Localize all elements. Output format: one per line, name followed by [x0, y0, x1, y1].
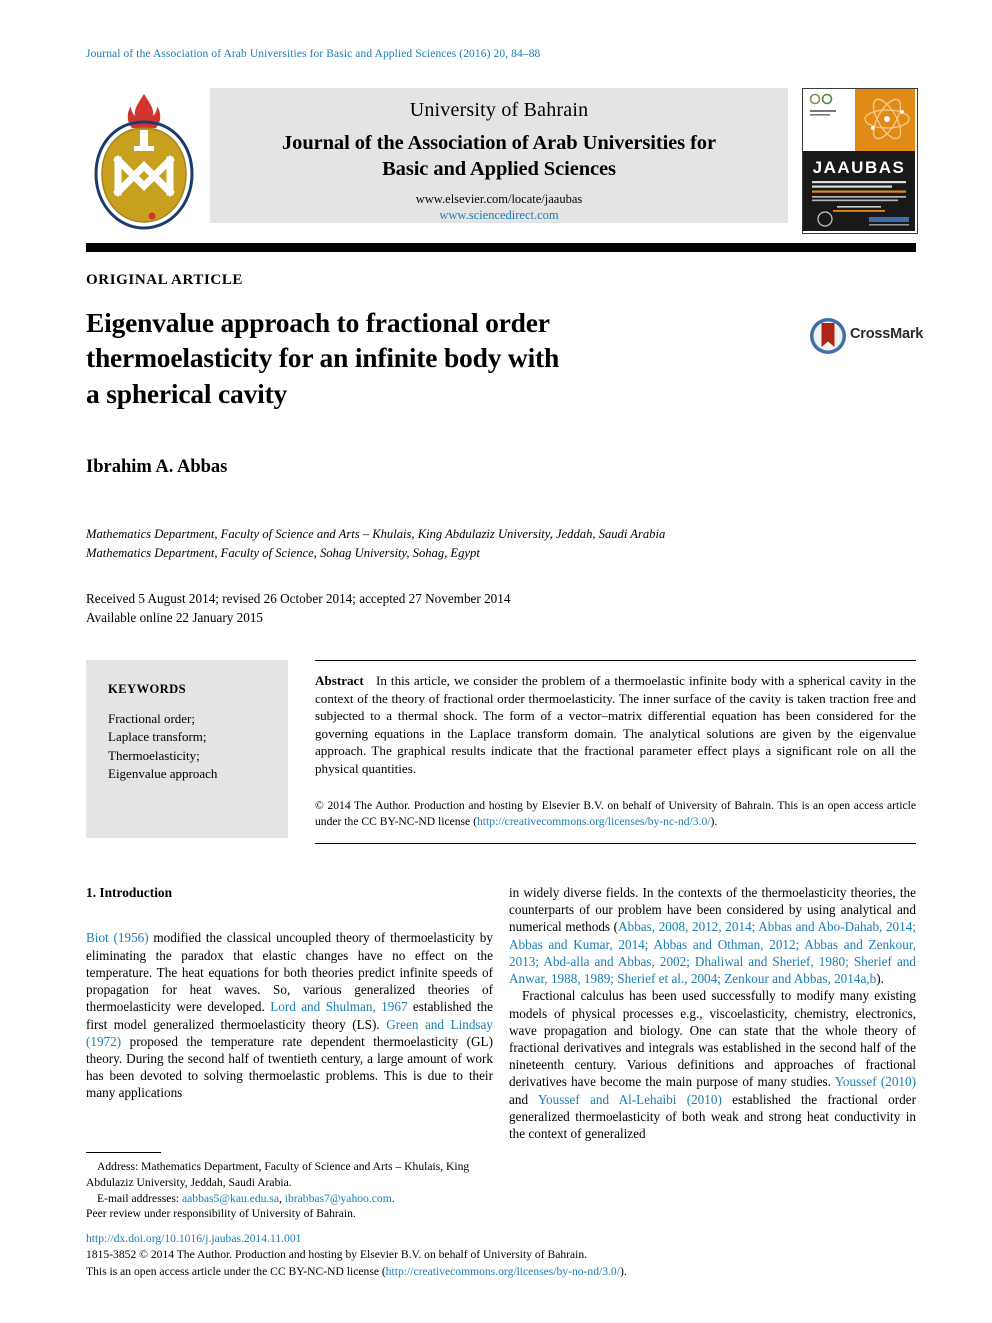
- received-dates: Received 5 August 2014; revised 26 Octob…: [86, 591, 511, 606]
- citation-link[interactable]: Youssef (2010): [835, 1074, 916, 1089]
- issn-copyright-line: 1815-3852 © 2014 The Author. Production …: [86, 1248, 588, 1262]
- keywords-box: KEYWORDS Fractional order; Laplace trans…: [86, 660, 288, 838]
- section-heading-introduction: 1. Introduction: [86, 885, 173, 900]
- svg-text:JAAUBAS: JAAUBAS: [813, 158, 906, 177]
- title-line-1: Eigenvalue approach to fractional order: [86, 307, 550, 338]
- abstract-body: In this article, we consider the problem…: [315, 673, 916, 777]
- license-link[interactable]: http://creativecommons.org/licenses/by-n…: [386, 1265, 620, 1278]
- body-text: proposed the temperature rate dependent …: [86, 1033, 493, 1101]
- journal-cover-thumbnail: JAAUBAS: [802, 88, 918, 234]
- footnote-rule: [86, 1152, 161, 1153]
- author-name: Ibrahim A. Abbas: [86, 457, 228, 477]
- copyright-text-end: ).: [710, 814, 718, 828]
- journal-masthead: University of Bahrain Journal of the Ass…: [86, 86, 918, 234]
- body-column-left: 1. Introduction Biot (1956) modified the…: [86, 884, 493, 1102]
- body-column-right: in widely diverse fields. In the context…: [509, 884, 916, 1142]
- keywords-list: Fractional order; Laplace transform; The…: [86, 697, 288, 784]
- page-title: Eigenvalue approach to fractional order …: [86, 305, 706, 411]
- email-link-1[interactable]: aabbas5@kau.edu.sa: [182, 1192, 279, 1205]
- license-text: This is an open access article under the…: [86, 1264, 386, 1278]
- cc-license-link[interactable]: http://creativecommons.org/licenses/by-n…: [477, 815, 711, 828]
- publisher-name: University of Bahrain: [409, 99, 589, 121]
- page-footer: http://dx.doi.org/10.1016/j.jaubas.2014.…: [86, 1231, 916, 1280]
- peer-review-line: Peer review under responsibility of Univ…: [86, 1207, 356, 1221]
- email-line: E-mail addresses: aabbas5@kau.edu.sa, ib…: [86, 1191, 493, 1207]
- abstract-top-rule: [315, 660, 916, 661]
- citation-link[interactable]: Biot (1956): [86, 930, 149, 945]
- article-type-label: ORIGINAL ARTICLE: [86, 272, 244, 288]
- keywords-heading: KEYWORDS: [108, 682, 187, 696]
- citation-link[interactable]: Lord and Shulman, 1967: [270, 999, 407, 1014]
- running-head: Journal of the Association of Arab Unive…: [86, 48, 541, 60]
- article-history: Received 5 August 2014; revised 26 Octob…: [86, 589, 916, 627]
- correspondence-footnote: Address: Mathematics Department, Faculty…: [86, 1159, 493, 1222]
- affiliation-1: Mathematics Department, Faculty of Scien…: [86, 527, 666, 541]
- crossmark-label: CrossMark: [850, 326, 924, 342]
- license-line: This is an open access article under the…: [86, 1264, 916, 1280]
- email-link-2[interactable]: ibrabbas7@yahoo.com: [285, 1192, 392, 1205]
- doi-link[interactable]: http://dx.doi.org/10.1016/j.jaubas.2014.…: [86, 1231, 916, 1247]
- journal-title-line-2: Basic and Applied Sciences: [382, 158, 616, 181]
- keyword-item: Thermoelasticity;: [108, 747, 200, 763]
- body-text: ).: [876, 971, 884, 987]
- address-label: Address:: [97, 1160, 139, 1173]
- sciencedirect-url[interactable]: www.sciencedirect.com: [210, 208, 788, 223]
- abstract-label: Abstract: [315, 673, 364, 688]
- journal-title: Journal of the Association of Arab Unive…: [210, 130, 788, 182]
- title-line-2: thermoelasticity for an infinite body wi…: [86, 342, 560, 374]
- journal-banner: University of Bahrain Journal of the Ass…: [210, 88, 788, 223]
- abstract-copyright: © 2014 The Author. Production and hostin…: [315, 798, 916, 830]
- abstract-bottom-rule: [315, 843, 916, 844]
- body-text: and: [509, 1091, 538, 1107]
- title-line-3: a spherical cavity: [86, 377, 288, 409]
- crossmark-badge[interactable]: CrossMark: [808, 316, 923, 356]
- paragraph: Fractional calculus has been used succes…: [509, 987, 916, 1142]
- masthead-divider-bar: [86, 243, 916, 252]
- university-of-bahrain-logo: [88, 88, 200, 232]
- citation-link[interactable]: Youssef and Al-Lehaibi (2010): [538, 1092, 722, 1107]
- author-affiliations: Mathematics Department, Faculty of Scien…: [86, 525, 916, 562]
- elsevier-url[interactable]: www.elsevier.com/locate/jaaubas: [210, 192, 788, 207]
- paragraph: in widely diverse fields. In the context…: [509, 884, 916, 987]
- keyword-item: Fractional order;: [108, 711, 195, 726]
- paragraph: Biot (1956) modified the classical uncou…: [86, 929, 493, 1101]
- license-text-end: ).: [619, 1264, 627, 1278]
- affiliation-2: Mathematics Department, Faculty of Scien…: [86, 545, 480, 560]
- keyword-item: Eigenvalue approach: [108, 766, 218, 782]
- abstract-text: Abstract In this article, we consider th…: [315, 672, 916, 778]
- address-text: Mathematics Department, Faculty of Scien…: [86, 1160, 470, 1189]
- article-page: Journal of the Association of Arab Unive…: [0, 0, 992, 1323]
- keyword-item: Laplace transform;: [108, 729, 207, 745]
- journal-title-line-1: Journal of the Association of Arab Unive…: [282, 132, 716, 154]
- available-online-date: Available online 22 January 2015: [86, 610, 264, 626]
- email-label: E-mail addresses:: [97, 1191, 180, 1205]
- address-line: Address: Mathematics Department, Faculty…: [86, 1159, 493, 1191]
- email-period: .: [391, 1191, 395, 1205]
